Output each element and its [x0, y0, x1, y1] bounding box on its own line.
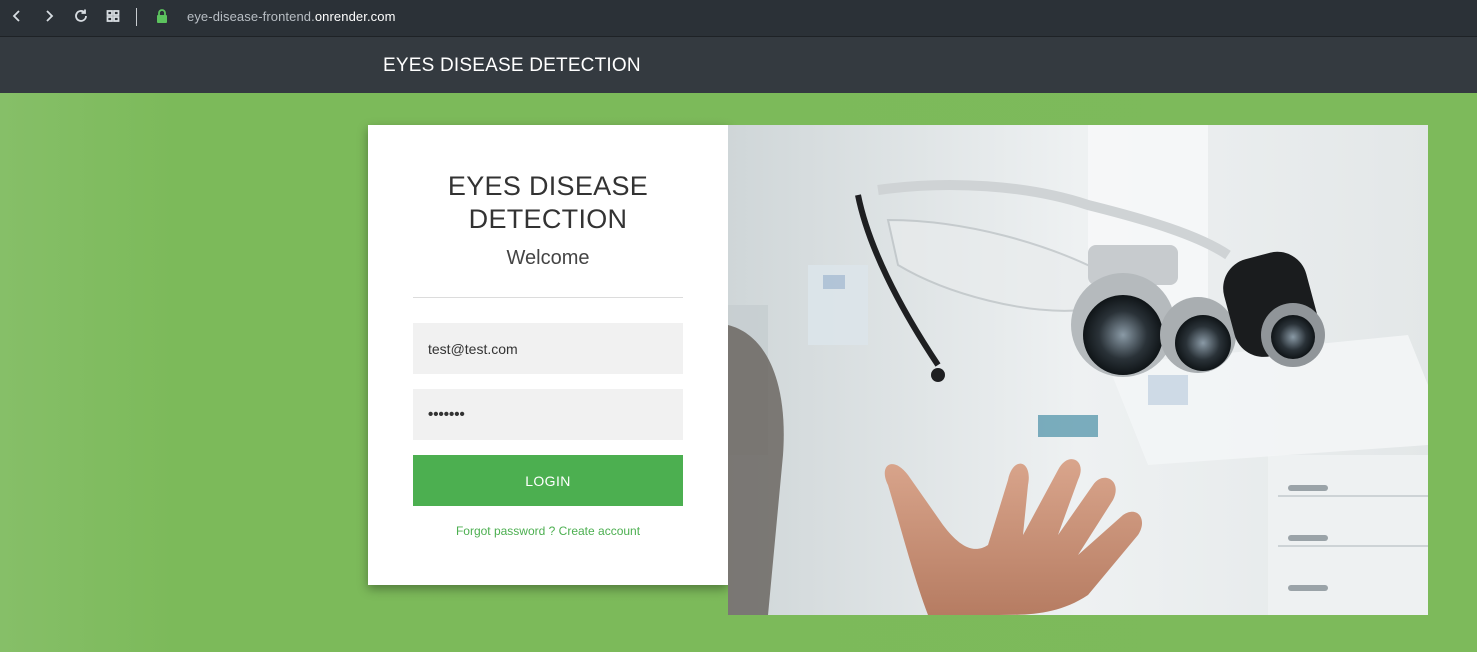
back-icon[interactable] [6, 5, 28, 27]
login-card: EYES DISEASE DETECTION Welcome test@test… [368, 125, 728, 585]
url-domain: onrender.com [314, 9, 396, 24]
address-bar[interactable]: eye-disease-frontend.onrender.com [187, 9, 396, 24]
navbar-brand[interactable]: EYES DISEASE DETECTION [383, 55, 641, 77]
email-input[interactable]: test@test.com [413, 323, 683, 374]
url-prefix: eye-disease-frontend. [187, 9, 315, 24]
browser-toolbar: eye-disease-frontend.onrender.com [0, 0, 1477, 36]
account-links: Forgot password ? Create account [368, 524, 728, 538]
forward-icon[interactable] [38, 5, 60, 27]
app-navbar: EYES DISEASE DETECTION [0, 36, 1477, 93]
login-title-line1: EYES DISEASE [447, 171, 649, 201]
apps-icon[interactable] [102, 5, 124, 27]
dental-loupes-photo [728, 125, 1428, 615]
login-title: EYES DISEASE DETECTION [368, 170, 728, 236]
reload-icon[interactable] [70, 5, 92, 27]
login-title-line2: DETECTION [468, 204, 628, 234]
toolbar-divider [136, 8, 137, 26]
welcome-text: Welcome [506, 247, 590, 269]
login-button[interactable]: LOGIN [413, 455, 683, 506]
password-input[interactable]: ••••••• [413, 389, 683, 440]
forgot-password-link[interactable]: Forgot password ? [456, 524, 555, 538]
divider [413, 297, 683, 298]
hero-image [728, 125, 1428, 615]
lock-icon[interactable] [156, 9, 168, 29]
create-account-link[interactable]: Create account [559, 524, 640, 538]
